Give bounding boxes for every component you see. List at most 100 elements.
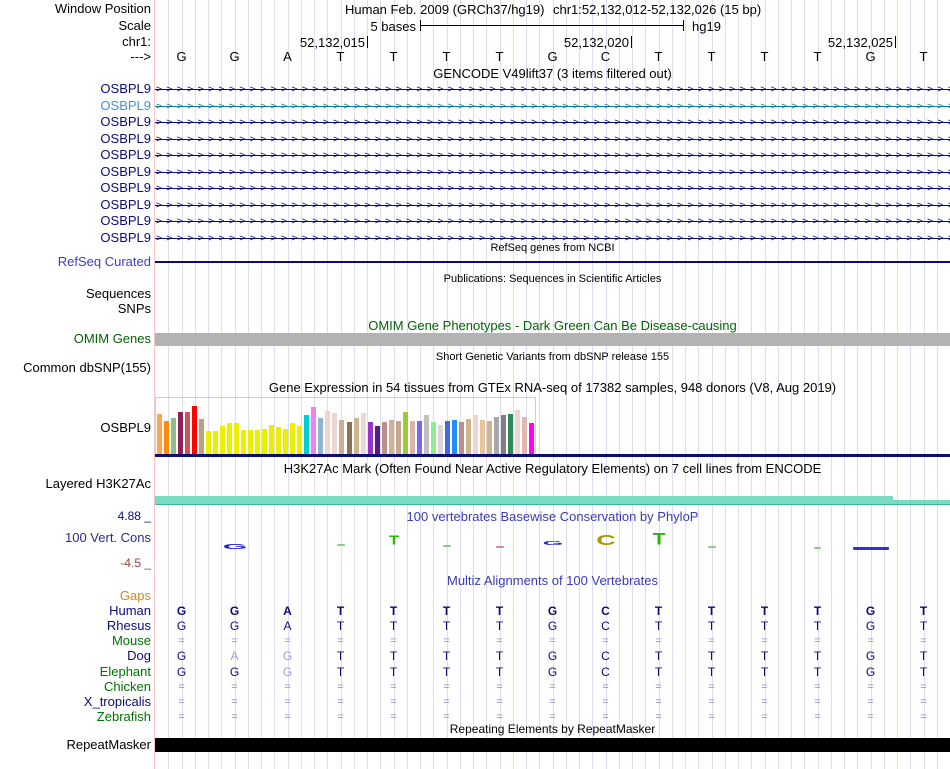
multiz-cell: = — [761, 695, 768, 708]
multiz-species-label[interactable]: X_tropicalis — [0, 694, 151, 709]
transcript-row[interactable]: >>>>>>>>>>>>>>>>>>>>>>>>>>>>>>>>>>>>>>>>… — [155, 198, 950, 214]
multiz-cell: T — [919, 619, 928, 634]
multiz-species-label[interactable]: Dog — [0, 649, 151, 663]
multiz-cell: = — [814, 695, 821, 708]
multiz-cell: = — [390, 635, 397, 648]
gtex-gene-label[interactable]: OSBPL9 — [0, 421, 151, 435]
multiz-cell: T — [760, 649, 769, 664]
dbsnp-label[interactable]: Common dbSNP(155) — [0, 361, 151, 375]
multiz-cell: = — [867, 695, 874, 708]
transcript-label[interactable]: OSBPL9 — [0, 115, 151, 129]
multiz-cell: = — [178, 635, 185, 648]
multiz-cell: T — [707, 604, 716, 619]
publications-sequences-label[interactable]: Sequences — [0, 287, 151, 301]
base-letter: T — [336, 49, 345, 64]
base-letter: T — [707, 49, 716, 64]
gtex-tissue-bar — [206, 431, 212, 454]
multiz-cell: T — [389, 664, 398, 679]
multiz-cell: = — [443, 680, 450, 693]
transcript-row[interactable]: >>>>>>>>>>>>>>>>>>>>>>>>>>>>>>>>>>>>>>>>… — [155, 165, 950, 181]
multiz-cell: T — [654, 619, 663, 634]
multiz-species-label[interactable]: Human — [0, 604, 151, 618]
coordinate-number: 52,132,020 — [563, 35, 629, 50]
gtex-tissue-bar — [346, 422, 352, 454]
transcript-label[interactable]: OSBPL9 — [0, 214, 151, 228]
multiz-cell: T — [654, 664, 663, 679]
transcript-label[interactable]: OSBPL9 — [0, 148, 151, 162]
multiz-cell: T — [495, 604, 504, 619]
base-letter: T — [654, 49, 663, 64]
multiz-cell: G — [229, 664, 240, 679]
transcript-row[interactable]: >>>>>>>>>>>>>>>>>>>>>>>>>>>>>>>>>>>>>>>>… — [155, 181, 950, 197]
transcript-label[interactable]: OSBPL9 — [0, 164, 151, 179]
multiz-cell: = — [814, 710, 821, 723]
h3k27ac-label[interactable]: Layered H3K27Ac — [0, 477, 151, 491]
multiz-cell: = — [708, 695, 715, 708]
h3k27ac-signal-main[interactable] — [155, 496, 893, 505]
multiz-cell: G — [176, 649, 187, 664]
multiz-cell: = — [708, 710, 715, 723]
multiz-cell: T — [442, 604, 451, 619]
refseq-curated-label[interactable]: RefSeq Curated — [0, 255, 151, 269]
phylop-track-title: 100 vertebrates Basewise Conservation by… — [406, 509, 699, 524]
base-letter: T — [389, 49, 398, 64]
gtex-tissue-bar — [388, 420, 394, 454]
h3k27ac-track-title: H3K27Ac Mark (Often Found Near Active Re… — [283, 461, 822, 476]
gtex-tissue-bar — [157, 414, 162, 454]
publications-snps-label[interactable]: SNPs — [0, 302, 151, 316]
multiz-species-label[interactable]: Zebrafish — [0, 709, 151, 724]
repeatmasker-label[interactable]: RepeatMasker — [0, 738, 151, 752]
base-letter: T — [495, 49, 504, 64]
multiz-cell: = — [655, 695, 662, 708]
conservation-letter: C — [595, 532, 616, 549]
gtex-baseline — [155, 454, 950, 457]
multiz-species-label[interactable]: Rhesus — [0, 619, 151, 633]
multiz-cell: = — [337, 635, 344, 648]
transcript-strand-arrows: >>>>>>>>>>>>>>>>>>>>>>>>>>>>>>>>>>>>>>>>… — [156, 183, 950, 195]
transcript-row[interactable]: >>>>>>>>>>>>>>>>>>>>>>>>>>>>>>>>>>>>>>>>… — [155, 132, 950, 148]
multiz-species-label[interactable]: Gaps — [0, 589, 151, 603]
multiz-cell: T — [495, 619, 504, 634]
omim-genes-track[interactable] — [155, 333, 950, 346]
multiz-species-label[interactable]: Mouse — [0, 634, 151, 648]
transcript-strand-arrows: >>>>>>>>>>>>>>>>>>>>>>>>>>>>>>>>>>>>>>>>… — [156, 84, 950, 95]
transcript-label[interactable]: OSBPL9 — [0, 131, 151, 146]
transcript-row[interactable]: >>>>>>>>>>>>>>>>>>>>>>>>>>>>>>>>>>>>>>>>… — [155, 214, 950, 230]
multiz-cell: = — [443, 710, 450, 723]
transcript-label[interactable]: OSBPL9 — [0, 82, 151, 96]
genome-browser-image: Window Position Human Feb. 2009 (GRCh37/… — [0, 0, 950, 769]
omim-genes-label[interactable]: OMIM Genes — [0, 332, 151, 346]
gtex-tissue-bar — [269, 425, 275, 454]
multiz-cell: A — [283, 619, 292, 634]
scale-label: Scale — [118, 18, 151, 33]
transcript-row[interactable]: >>>>>>>>>>>>>>>>>>>>>>>>>>>>>>>>>>>>>>>>… — [155, 99, 950, 115]
gtex-tissue-bar — [528, 423, 534, 454]
gtex-tissue-bar — [465, 419, 471, 454]
refseq-curated-track[interactable] — [155, 261, 950, 263]
multiz-cell: = — [867, 635, 874, 648]
multiz-species-label[interactable]: Elephant — [0, 664, 151, 679]
multiz-cell: = — [761, 680, 768, 693]
gtex-tissue-bar — [367, 422, 373, 454]
gtex-tissue-bar — [423, 415, 429, 454]
transcript-row[interactable]: >>>>>>>>>>>>>>>>>>>>>>>>>>>>>>>>>>>>>>>>… — [155, 82, 950, 98]
transcript-row[interactable]: >>>>>>>>>>>>>>>>>>>>>>>>>>>>>>>>>>>>>>>>… — [155, 115, 950, 131]
transcript-label[interactable]: OSBPL9 — [0, 98, 151, 113]
gtex-tissue-bar — [507, 414, 513, 454]
gtex-tissue-bar — [339, 420, 345, 454]
multiz-cell: = — [761, 710, 768, 723]
multiz-cell: = — [178, 710, 185, 723]
omim-track-title: OMIM Gene Phenotypes - Dark Green Can Be… — [368, 318, 737, 333]
phylop-track-label[interactable]: 100 Vert. Cons — [0, 531, 151, 545]
multiz-cell: = — [920, 710, 927, 723]
gtex-tissue-bar — [297, 426, 303, 454]
transcript-row[interactable]: >>>>>>>>>>>>>>>>>>>>>>>>>>>>>>>>>>>>>>>>… — [155, 148, 950, 164]
repeatmasker-track-bar[interactable] — [155, 738, 950, 752]
transcript-label[interactable]: OSBPL9 — [0, 181, 151, 195]
gtex-expression-chart[interactable] — [155, 397, 536, 455]
transcript-label[interactable]: OSBPL9 — [0, 230, 151, 245]
h3k27ac-signal-right[interactable] — [893, 500, 950, 505]
transcript-label[interactable]: OSBPL9 — [0, 197, 151, 212]
multiz-cell: T — [495, 664, 504, 679]
multiz-species-label[interactable]: Chicken — [0, 679, 151, 694]
